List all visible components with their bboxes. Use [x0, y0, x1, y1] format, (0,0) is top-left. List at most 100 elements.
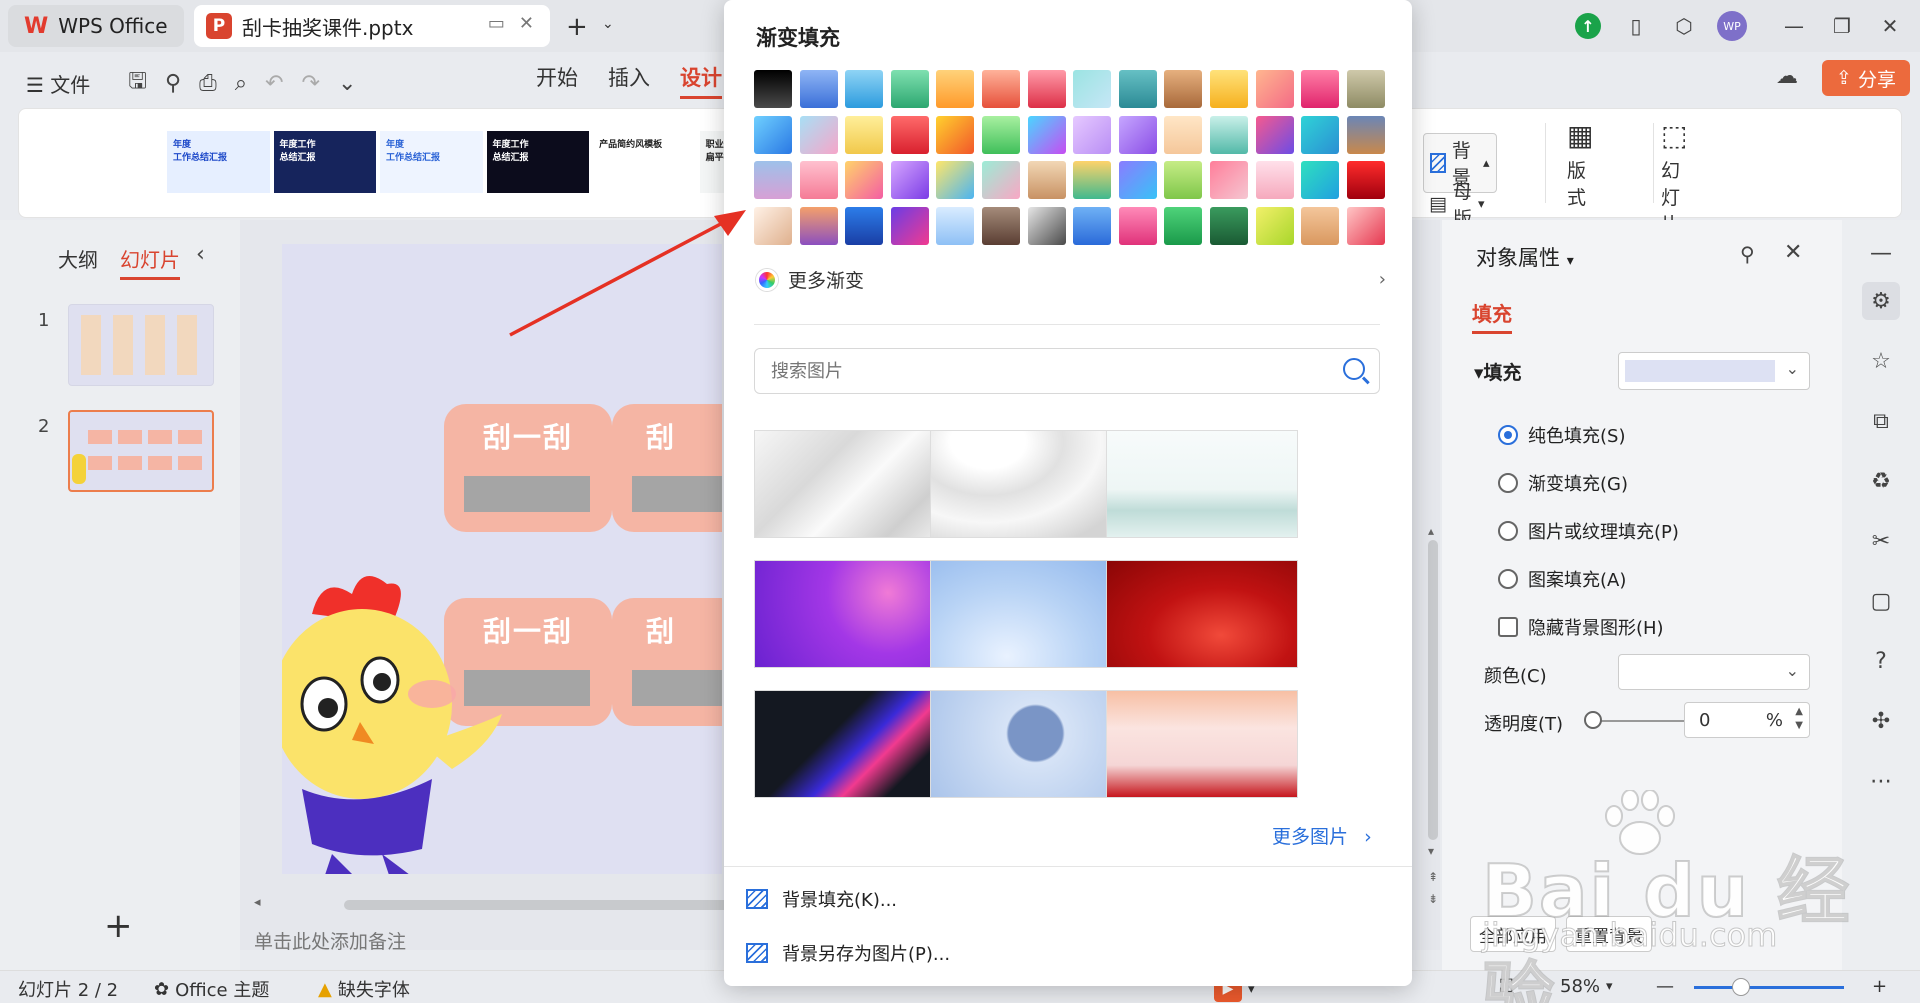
- template-thumbnail[interactable]: 产品简约风模板: [593, 131, 696, 193]
- gradient-swatch[interactable]: [1073, 115, 1112, 154]
- minimize-icon[interactable]: —: [1770, 14, 1818, 38]
- scroll-up-icon[interactable]: ▴: [1428, 524, 1434, 538]
- user-avatar[interactable]: WP: [1708, 11, 1756, 42]
- picture-search-input[interactable]: [771, 360, 1331, 382]
- gradient-swatch[interactable]: [845, 70, 884, 108]
- restore-icon[interactable]: ❐: [1818, 14, 1866, 38]
- gradient-swatch[interactable]: [1209, 206, 1248, 245]
- gradient-swatch[interactable]: [1255, 70, 1294, 108]
- undo-icon[interactable]: ↶: [265, 71, 283, 96]
- gradient-swatch[interactable]: [1118, 115, 1157, 154]
- prev-slide-icon[interactable]: ⇞: [1428, 870, 1438, 884]
- gradient-swatch[interactable]: [1209, 70, 1248, 108]
- gradient-swatch[interactable]: [1255, 115, 1294, 154]
- collapse-sidebar-icon[interactable]: ‹: [196, 242, 205, 267]
- picture-fill-option[interactable]: 图片或纹理填充(P): [1498, 518, 1679, 544]
- next-slide-icon[interactable]: ⇟: [1428, 892, 1438, 906]
- print-preview-icon[interactable]: ⌕: [235, 71, 247, 96]
- gradient-swatch[interactable]: [754, 115, 792, 154]
- scratch-card[interactable]: 刮一刮: [444, 404, 612, 532]
- gradient-swatch[interactable]: [1346, 70, 1385, 108]
- add-slide-icon[interactable]: +: [104, 906, 133, 946]
- gradient-swatch[interactable]: [1027, 206, 1066, 245]
- gradient-swatch[interactable]: [1255, 161, 1294, 199]
- properties-title[interactable]: 对象属性 ▾: [1476, 242, 1574, 272]
- gradient-swatch[interactable]: [981, 70, 1020, 108]
- new-tab-icon[interactable]: +: [566, 12, 588, 42]
- gradient-swatch[interactable]: [799, 115, 838, 154]
- gradient-swatch[interactable]: [1301, 70, 1340, 108]
- radio-button[interactable]: [1498, 569, 1518, 589]
- more-quick-access-icon[interactable]: ⌄: [338, 71, 356, 96]
- animation-icon[interactable]: ♻: [1862, 462, 1900, 500]
- gradient-swatch[interactable]: [799, 206, 838, 245]
- gradient-swatch[interactable]: [890, 161, 929, 199]
- properties-icon[interactable]: ⚙: [1862, 282, 1900, 320]
- layout-button[interactable]: ▦ 版式 ▾: [1567, 119, 1593, 232]
- chevron-down-icon[interactable]: ⌄: [602, 16, 614, 32]
- gradient-swatch[interactable]: [845, 206, 884, 245]
- star-icon[interactable]: ☆: [1862, 342, 1900, 380]
- gradient-swatch[interactable]: [1164, 161, 1203, 199]
- save-background-item[interactable]: 背景另存为图片(P)...: [746, 940, 950, 966]
- gradient-swatch[interactable]: [1209, 161, 1248, 199]
- gradient-swatch[interactable]: [936, 70, 975, 108]
- screen-icon[interactable]: ▭: [488, 13, 505, 34]
- more-pictures-link[interactable]: 更多图片 ›: [1272, 822, 1372, 849]
- notes-area[interactable]: 单击此处添加备注: [240, 920, 740, 960]
- background-picture[interactable]: [1106, 560, 1298, 668]
- tab-slides[interactable]: 幻灯片: [120, 244, 180, 280]
- gradient-swatch[interactable]: [1255, 206, 1294, 245]
- background-picture[interactable]: [754, 560, 946, 668]
- gradient-swatch[interactable]: [1301, 161, 1340, 199]
- gradient-swatch[interactable]: [981, 206, 1020, 245]
- radio-button[interactable]: [1498, 473, 1518, 493]
- fill-color-dropdown[interactable]: ⌄: [1618, 352, 1810, 390]
- tab-insert[interactable]: 插入: [608, 62, 650, 99]
- radio-button[interactable]: [1498, 521, 1518, 541]
- gradient-swatch[interactable]: [1209, 115, 1248, 154]
- opacity-slider-handle[interactable]: [1584, 711, 1602, 729]
- gradient-swatch[interactable]: [1301, 206, 1340, 245]
- tab-outline[interactable]: 大纲: [58, 244, 98, 280]
- scroll-left-icon[interactable]: ◂: [254, 895, 261, 910]
- gradient-swatch[interactable]: [1346, 161, 1385, 199]
- slide-thumbnail-1[interactable]: [68, 304, 214, 386]
- gradient-swatch[interactable]: [799, 70, 838, 108]
- gradient-swatch[interactable]: [936, 115, 975, 154]
- cloud-icon[interactable]: ☁: [1776, 64, 1798, 89]
- scratch-card[interactable]: 刮: [612, 598, 722, 726]
- gradient-swatch[interactable]: [1027, 115, 1066, 154]
- background-picture[interactable]: [930, 690, 1122, 798]
- document-tab[interactable]: P 刮卡抽奖课件.pptx ▭ ✕: [194, 5, 550, 47]
- gradient-swatch[interactable]: [754, 161, 792, 199]
- background-picture[interactable]: [754, 430, 946, 538]
- background-picture[interactable]: [930, 430, 1122, 538]
- file-menu[interactable]: ☰ 文件: [26, 69, 90, 98]
- fill-section-toggle[interactable]: ▾填充: [1474, 358, 1522, 385]
- template-thumbnail[interactable]: 年度工作总结汇报: [380, 131, 483, 193]
- hide-background-option[interactable]: 隐藏背景图形(H): [1498, 614, 1664, 640]
- redo-icon[interactable]: ↷: [302, 71, 320, 96]
- minimize-panel-icon[interactable]: —: [1862, 234, 1900, 272]
- gradient-swatch[interactable]: [1027, 161, 1066, 199]
- share-button[interactable]: ⇪ 分享: [1822, 60, 1910, 96]
- gradient-swatch[interactable]: [1301, 115, 1340, 154]
- gradient-swatch[interactable]: [1118, 161, 1157, 199]
- book-icon[interactable]: ▢: [1862, 582, 1900, 620]
- help-icon[interactable]: ?: [1862, 642, 1900, 680]
- color-dropdown[interactable]: ⌄: [1618, 654, 1810, 690]
- gradient-swatch[interactable]: [1073, 206, 1112, 245]
- gradient-swatch[interactable]: [1346, 206, 1385, 245]
- horizontal-scrollbar[interactable]: [344, 900, 734, 910]
- gradient-fill-option[interactable]: 渐变填充(G): [1498, 470, 1628, 496]
- cube-icon[interactable]: ⬡: [1660, 14, 1708, 38]
- background-picture[interactable]: [1106, 690, 1298, 798]
- gradient-swatch[interactable]: [845, 161, 884, 199]
- template-thumbnail[interactable]: 年度工作总结汇报: [167, 131, 270, 193]
- tab-design[interactable]: 设计: [680, 62, 722, 99]
- background-picture[interactable]: [930, 560, 1122, 668]
- layout-icon[interactable]: ▯: [1612, 14, 1660, 38]
- gradient-swatch[interactable]: [936, 206, 975, 245]
- slide-thumbnail-2[interactable]: [68, 410, 214, 492]
